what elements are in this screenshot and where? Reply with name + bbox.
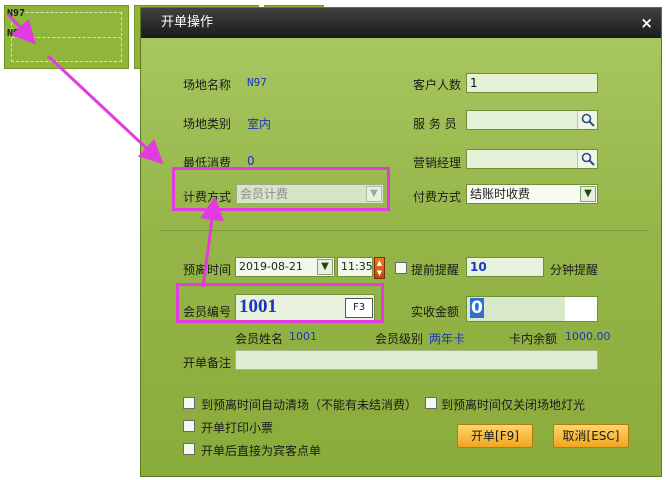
waiter-input[interactable] — [466, 110, 598, 130]
thumb-label-side: N97 — [7, 28, 26, 39]
open-order-dialog: 开单操作 × 场地名称 N97 场地类别 室内 最低消费 0 计费方式 会员计费… — [140, 7, 662, 477]
leave-clock-value: 11:35 — [341, 260, 373, 273]
leave-date-picker[interactable]: 2019-08-21 ▼ — [235, 257, 335, 277]
cancel-button-label: 取消[ESC] — [562, 429, 620, 443]
remind-checkbox[interactable] — [395, 262, 407, 274]
lights-off-checkbox[interactable] — [425, 397, 437, 409]
auto-clear-label: 到预离时间自动清场（不能有未结消费） — [201, 398, 418, 412]
member-level-value: 两年卡 — [429, 332, 466, 346]
sales-manager-input[interactable] — [466, 149, 598, 169]
remark-label: 开单备注 — [183, 356, 232, 370]
billing-highlight-box — [172, 167, 390, 211]
member-name-value: 1001 — [289, 330, 317, 343]
thumb-label-top: N97 — [7, 8, 26, 19]
lights-off-label: 到预离时间仅关闭场地灯光 — [441, 398, 586, 412]
remind-minutes-input[interactable]: 10 — [466, 257, 544, 277]
received-label: 实收金额 — [411, 305, 460, 319]
payment-select-value: 结账时收费 — [470, 187, 531, 201]
customers-input[interactable]: 1 — [466, 73, 598, 93]
payment-select[interactable]: 结账时收费 ▼ — [466, 184, 598, 204]
leave-time-label: 预离时间 — [183, 263, 232, 277]
close-icon[interactable]: × — [640, 8, 653, 38]
remind-minutes-value: 10 — [470, 260, 487, 274]
dropdown-icon: ▼ — [317, 259, 333, 275]
customers-value: 1 — [470, 76, 478, 90]
received-amount-input[interactable]: 0 — [466, 296, 598, 322]
sales-manager-label: 营销经理 — [413, 156, 462, 170]
venue-type-value: 室内 — [247, 117, 272, 131]
venue-type-label: 场地类别 — [183, 117, 232, 131]
payment-label: 付费方式 — [413, 190, 462, 204]
dialog-body: 场地名称 N97 场地类别 室内 最低消费 0 计费方式 会员计费 ▼ 客户人数… — [141, 38, 661, 476]
print-receipt-label: 开单打印小票 — [201, 421, 274, 435]
court-lines — [11, 12, 122, 62]
guest-order-label: 开单后直接为宾客点单 — [201, 444, 322, 458]
card-balance-label: 卡内余额 — [509, 332, 558, 346]
received-amount-value: 0 — [470, 298, 484, 318]
remind-unit-label: 分钟提醒 — [550, 263, 599, 277]
leave-clock-input[interactable]: 11:35 — [337, 257, 373, 277]
dialog-titlebar: 开单操作 × — [141, 8, 661, 38]
leave-date-value: 2019-08-21 — [239, 260, 303, 273]
open-order-button-label: 开单[F9] — [471, 429, 519, 443]
member-level-label: 会员级别 — [375, 332, 424, 346]
venue-name-value: N97 — [247, 76, 267, 89]
search-icon[interactable] — [577, 150, 597, 168]
remind-label: 提前提醒 — [411, 263, 460, 277]
search-icon[interactable] — [577, 111, 597, 129]
remark-input[interactable] — [235, 350, 598, 370]
divider — [161, 230, 649, 231]
waiter-label: 服 务 员 — [413, 117, 457, 131]
cancel-button[interactable]: 取消[ESC] — [553, 424, 629, 448]
customers-label: 客户人数 — [413, 78, 462, 92]
venue-name-label: 场地名称 — [183, 78, 232, 92]
member-no-highlight-box — [176, 283, 384, 323]
open-order-button[interactable]: 开单[F9] — [457, 424, 533, 448]
court-thumbnail-n97[interactable]: N97 N97 — [4, 5, 129, 69]
min-spend-value: 0 — [247, 154, 255, 168]
member-name-label: 会员姓名 — [235, 332, 284, 346]
auto-clear-checkbox[interactable] — [183, 397, 195, 409]
dropdown-icon: ▼ — [580, 186, 596, 202]
guest-order-checkbox[interactable] — [183, 443, 195, 455]
print-receipt-checkbox[interactable] — [183, 420, 195, 432]
spin-icon[interactable]: ▲ ▼ — [374, 257, 385, 279]
dialog-title: 开单操作 — [161, 15, 214, 30]
card-balance-value: 1000.00 — [565, 330, 611, 343]
